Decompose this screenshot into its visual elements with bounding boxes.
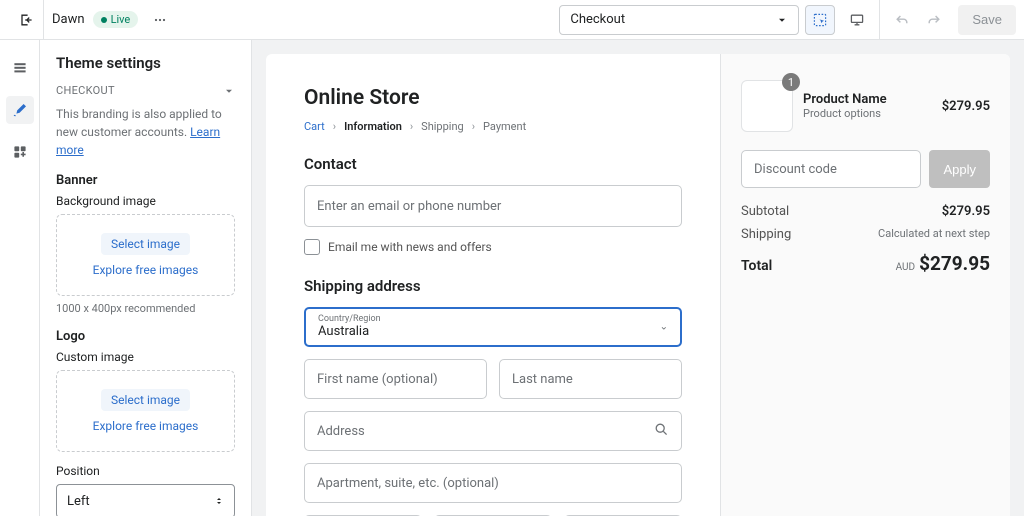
desktop-icon (849, 12, 865, 28)
paintbrush-icon (12, 102, 28, 118)
product-options: Product options (803, 107, 932, 120)
chevron-down-icon (223, 85, 235, 97)
first-name-input[interactable]: First name (optional) (304, 359, 487, 399)
banner-image-picker[interactable]: Select image Explore free images (56, 214, 235, 296)
undo-button[interactable] (888, 6, 916, 34)
search-icon (653, 421, 669, 441)
logo-position-select[interactable]: Left (56, 484, 235, 516)
rail-theme-settings-button[interactable] (6, 96, 34, 124)
country-select[interactable]: Country/Region Australia ⌄ (304, 307, 682, 347)
shipping-heading: Shipping address (304, 277, 682, 295)
breadcrumb-shipping: Shipping (421, 120, 464, 133)
checkbox-box (304, 239, 320, 255)
rail-apps-button[interactable] (6, 138, 34, 166)
dots-icon (152, 12, 168, 28)
inspector-toggle[interactable] (805, 5, 835, 35)
theme-name: Dawn (52, 12, 85, 27)
select-arrows-icon (214, 496, 224, 506)
logo-heading: Logo (56, 329, 235, 344)
chevron-down-icon (776, 14, 788, 26)
position-value: Left (67, 494, 90, 509)
apartment-input[interactable]: Apartment, suite, etc. (optional) (304, 463, 682, 503)
product-price: $279.95 (942, 99, 990, 114)
store-name: Online Store (304, 86, 682, 110)
chevron-right-icon: › (410, 120, 413, 133)
custom-image-label: Custom image (56, 350, 235, 364)
newsletter-label: Email me with news and offers (328, 240, 492, 254)
save-button[interactable]: Save (958, 5, 1016, 35)
select-image-button[interactable]: Select image (101, 389, 190, 411)
undo-icon (894, 12, 910, 28)
status-badge: Live (93, 11, 139, 28)
explore-free-images-link[interactable]: Explore free images (93, 419, 199, 433)
bg-image-label: Background image (56, 194, 235, 208)
country-label: Country/Region (318, 314, 668, 324)
chevron-right-icon: › (472, 120, 475, 133)
breadcrumb-information: Information (344, 120, 402, 133)
quantity-badge: 1 (782, 73, 800, 91)
chevron-down-icon: ⌄ (660, 322, 668, 333)
breadcrumb-payment: Payment (483, 120, 526, 133)
chevron-right-icon: › (333, 120, 336, 133)
email-or-phone-input[interactable]: Enter an email or phone number (304, 185, 682, 227)
breadcrumb: Cart › Information › Shipping › Payment (304, 120, 682, 133)
checkout-preview: Online Store Cart › Information › Shippi… (266, 54, 1010, 516)
sidebar-title: Theme settings (56, 54, 235, 72)
contact-heading: Contact (304, 155, 682, 173)
subtotal-row: Subtotal $279.95 (741, 204, 990, 219)
exit-icon (18, 12, 34, 28)
section-toggle-label: CHECKOUT (56, 84, 115, 97)
redo-button[interactable] (920, 6, 948, 34)
position-label: Position (56, 464, 235, 478)
discount-code-input[interactable]: Discount code (741, 150, 921, 188)
cart-line-item: 1 Product Name Product options $279.95 (741, 80, 990, 132)
settings-description: This branding is also applied to new cus… (56, 105, 235, 159)
explore-free-images-link[interactable]: Explore free images (93, 263, 199, 277)
exit-editor-button[interactable] (8, 0, 44, 40)
page-selector[interactable]: Checkout (559, 5, 799, 35)
page-selector-value: Checkout (570, 12, 625, 27)
rail-sections-button[interactable] (6, 54, 34, 82)
apply-discount-button[interactable]: Apply (929, 150, 990, 188)
logo-image-picker[interactable]: Select image Explore free images (56, 370, 235, 452)
last-name-input[interactable]: Last name (499, 359, 682, 399)
product-thumbnail: 1 (741, 80, 793, 132)
banner-hint: 1000 x 400px recommended (56, 302, 235, 315)
country-value: Australia (318, 324, 668, 339)
address-input[interactable]: Address (304, 411, 682, 451)
select-image-button[interactable]: Select image (101, 233, 190, 255)
inspector-icon (812, 12, 828, 28)
apps-icon (12, 144, 28, 160)
total-row: Total AUD$279.95 (741, 252, 990, 275)
breadcrumb-cart[interactable]: Cart (304, 120, 325, 133)
redo-icon (926, 12, 942, 28)
section-toggle-checkout[interactable]: CHECKOUT (56, 84, 235, 97)
product-name: Product Name (803, 92, 932, 107)
banner-heading: Banner (56, 173, 235, 188)
newsletter-checkbox[interactable]: Email me with news and offers (304, 239, 682, 255)
more-actions-button[interactable] (146, 6, 174, 34)
desktop-view-button[interactable] (843, 6, 871, 34)
shipping-row: Shipping Calculated at next step (741, 227, 990, 242)
sections-icon (12, 60, 28, 76)
